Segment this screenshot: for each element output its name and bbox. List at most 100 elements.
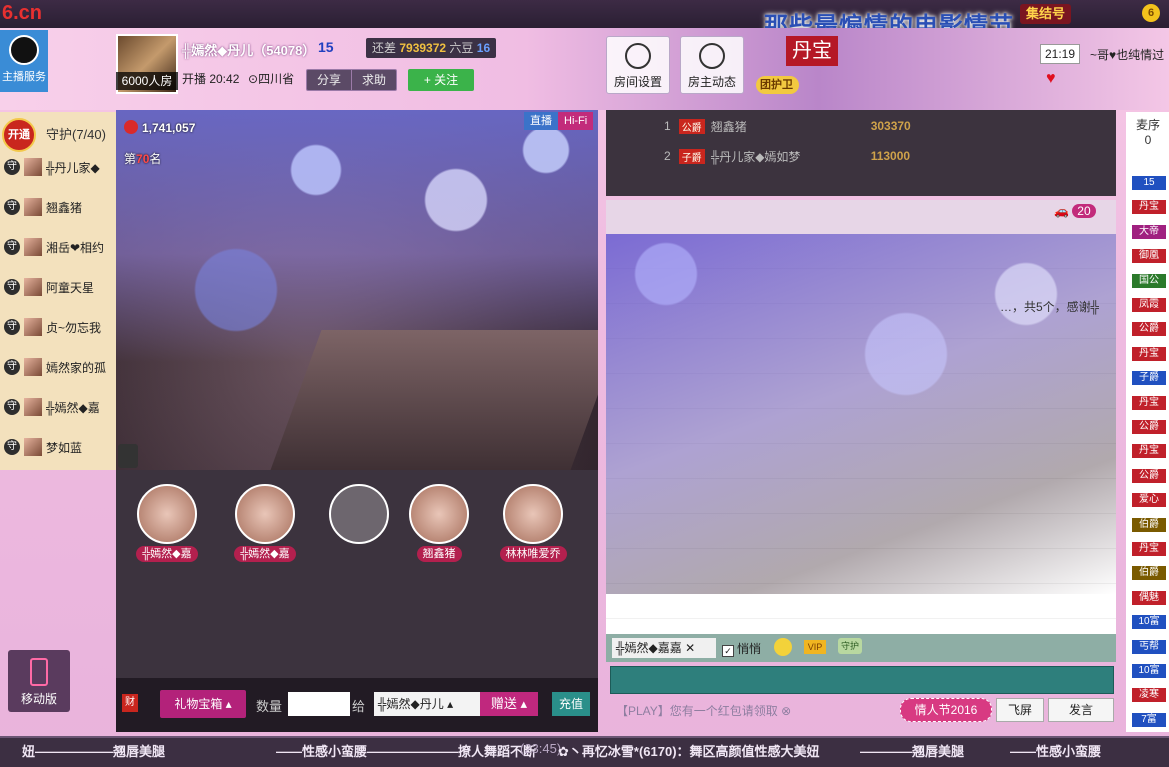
anchor-service-button[interactable]: 主播服务 <box>0 30 48 92</box>
mobile-version-button[interactable]: 移动版 <box>8 650 70 712</box>
audience-badge[interactable]: 偶魅 <box>1132 590 1166 605</box>
knot-badge[interactable]: 集结号 <box>1020 4 1072 24</box>
ticker-item[interactable]: ——性感小蛮腰 <box>1010 741 1101 760</box>
vip-icon[interactable]: VIP <box>804 640 826 654</box>
host-feed-button[interactable]: 房主动态 <box>680 36 744 94</box>
audience-badge[interactable]: 公爵 <box>1132 468 1166 483</box>
coin-icon[interactable]: 6 <box>1142 4 1160 22</box>
help-button[interactable]: 求助 <box>351 70 396 90</box>
guard-mark-icon: 守 <box>4 199 20 215</box>
audience-badge[interactable]: 伯爵 <box>1132 517 1166 532</box>
audience-badge[interactable]: 丹宝 <box>1132 542 1166 556</box>
user-icon <box>699 43 725 69</box>
chat-input[interactable] <box>610 666 1114 694</box>
audience-badge[interactable]: 丹宝 <box>1132 346 1166 361</box>
mic-seat[interactable]: ╬嫣然◆嘉 <box>130 478 204 562</box>
mic-seat[interactable]: 林林唯爱乔 <box>496 478 570 562</box>
mic-queue-title: 麦序 <box>1135 118 1160 132</box>
level-progress: 还差 7939372 六豆 16 <box>366 38 497 58</box>
host-name: ╬嫣然◆丹儿（54078） <box>182 43 316 58</box>
guard-name: ╬丹儿家◆ <box>46 160 100 175</box>
guard-list-item[interactable]: 守 ╬嫣然◆嘉 <box>4 388 112 426</box>
guard-list-item[interactable]: 守 贞~勿忘我 <box>4 308 112 346</box>
ticker-item[interactable]: 妞——————翘唇美腿 <box>22 741 165 760</box>
audience-badge[interactable]: 凤霞 <box>1132 298 1166 312</box>
site-logo[interactable]: 6.cn <box>2 2 48 26</box>
seat-avatar <box>137 484 197 544</box>
wealth-icon <box>124 120 138 134</box>
recharge-button[interactable]: 充值 <box>552 692 590 716</box>
private-chat-checkbox[interactable]: ✓ 悄悄 <box>722 640 761 657</box>
mic-seat[interactable] <box>322 478 396 560</box>
quantity-input[interactable] <box>288 692 350 716</box>
car-count[interactable]: 🚗 20 <box>1054 204 1096 232</box>
audience-badge[interactable]: 大帝 <box>1132 224 1166 239</box>
ticker-item[interactable]: (23:45) <box>520 741 561 756</box>
red-packet-notice[interactable]: 【PLAY】您有一个红包请领取 ⊗ <box>616 702 791 719</box>
audience-badge[interactable]: 凌寒 <box>1132 688 1166 703</box>
audience-badge[interactable]: 御凰 <box>1132 249 1166 264</box>
follow-button[interactable]: + 关注 <box>408 69 474 91</box>
send-gift-button[interactable]: 赠送 ▴ <box>480 692 538 716</box>
audience-badge[interactable]: 丹宝 <box>1132 395 1166 410</box>
audience-badge[interactable]: 爱心 <box>1132 493 1166 508</box>
rank-row[interactable]: 2 子爵 ╬丹儿家◆嫣如梦 113000 <box>664 144 910 168</box>
guard-emote-icon[interactable]: 守护 <box>838 638 862 654</box>
room-size-label: 6000人房 <box>116 72 178 90</box>
mic-queue-header[interactable]: 麦序 0 <box>1128 116 1168 147</box>
recipient-select[interactable]: ╬嫣然◆丹儿 ▴ <box>374 692 480 716</box>
guard-name: 湘岳❤相约 <box>46 240 105 255</box>
ticker-item[interactable]: ————翘唇美腿 <box>860 741 964 760</box>
audience-badge[interactable]: 伯爵 <box>1132 566 1166 581</box>
guard-list-item[interactable]: 守 ╬丹儿家◆ <box>4 148 112 186</box>
audience-badge[interactable]: 丹宝 <box>1132 444 1166 459</box>
open-guard-button[interactable]: 开通 <box>2 118 36 152</box>
guard-list-item[interactable]: 守 梦如蓝 <box>4 428 112 466</box>
guard-team-badge[interactable]: 团护卫 <box>756 76 799 94</box>
audience-badge[interactable]: 7富 <box>1132 712 1166 727</box>
audience-badge[interactable]: 公爵 <box>1132 420 1166 434</box>
audience-badge[interactable]: 子爵 <box>1132 371 1166 386</box>
guard-name: 嫣然家的孤 <box>46 360 107 375</box>
chat-target-select[interactable]: ╬嫣然◆嘉嘉 ✕ <box>612 638 716 658</box>
mobile-label: 移动版 <box>20 692 57 706</box>
audience-badge[interactable]: 丹宝 <box>1132 200 1166 215</box>
host-feed-label: 房主动态 <box>687 75 736 89</box>
chat-target-value: ╬嫣然◆嘉嘉 <box>616 641 682 655</box>
guard-list-item[interactable]: 守 湘岳❤相约 <box>4 228 112 266</box>
mic-icon[interactable] <box>118 444 138 468</box>
ticker-item[interactable]: ✿丶再忆冰雪*(6170)：舞区高颜值性感大美妞 <box>558 741 820 760</box>
seat-avatar <box>329 484 389 544</box>
mic-seat[interactable]: 翘鑫猪 <box>402 478 476 562</box>
qq-icon <box>9 35 39 65</box>
guard-list-item[interactable]: 守 嫣然家的孤 <box>4 348 112 386</box>
rank-row[interactable]: 1 公爵 翘鑫猪 303370 <box>664 114 911 138</box>
send-message-button[interactable]: 发言 <box>1048 698 1114 722</box>
gift-box-button[interactable]: 礼物宝箱 ▴ <box>160 690 246 718</box>
audience-badge[interactable]: 10富 <box>1132 615 1166 630</box>
rank-name: ╬丹儿家◆嫣如梦 <box>710 149 801 164</box>
audience-badge[interactable]: 国公 <box>1132 273 1166 288</box>
guard-list-item[interactable]: 守 翘鑫猪 <box>4 188 112 226</box>
video-stream[interactable] <box>116 110 598 470</box>
wealth-counter: 1,741,057 <box>124 120 195 135</box>
valentine-button[interactable]: 情人节2016 <box>900 698 992 722</box>
audience-badge[interactable]: 15 <box>1132 176 1166 190</box>
guard-avatar <box>24 198 42 216</box>
ticker-item[interactable]: ——性感小蛮腰———————撩人舞蹈不断 <box>276 741 536 760</box>
mic-seat[interactable]: ╬嫣然◆嘉 <box>228 478 302 562</box>
audience-badge[interactable]: 丐帮 <box>1132 639 1166 654</box>
share-button[interactable]: 分享 <box>307 70 351 90</box>
quantity-label: 数量 <box>256 699 283 714</box>
emoji-icon[interactable] <box>774 638 792 656</box>
guard-name: 梦如蓝 <box>46 440 83 455</box>
audience-badge[interactable]: 公爵 <box>1132 322 1166 337</box>
room-settings-button[interactable]: 房间设置 <box>606 36 670 94</box>
guard-mark-icon: 守 <box>4 159 20 175</box>
wealth-value: 1,741,057 <box>142 121 196 135</box>
guard-list-item[interactable]: 守 阿童天星 <box>4 268 112 306</box>
seat-avatar <box>503 484 563 544</box>
audience-badge[interactable]: 10富 <box>1132 664 1166 678</box>
wealth-button[interactable]: 财 <box>122 694 138 712</box>
fly-screen-button[interactable]: 飞屏 <box>996 698 1044 722</box>
